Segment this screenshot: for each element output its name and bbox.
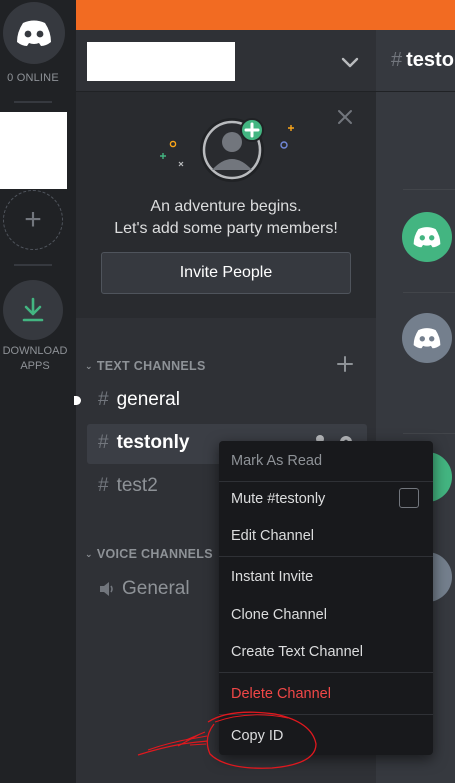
channel-label: testonly [116, 432, 190, 453]
discord-logo-icon [17, 20, 51, 46]
chevron-down-icon: ⌄ [85, 548, 93, 559]
chat-title-text: testonly [406, 49, 455, 71]
invite-card-text: An adventure begins. Let's add some part… [76, 196, 376, 240]
channel-testonly-row[interactable]: # testonly [98, 432, 189, 454]
voice-channel-general[interactable]: General [98, 578, 190, 600]
menu-item-edit-channel[interactable]: Edit Channel [231, 528, 314, 544]
chat-title-clip: #testonly [376, 30, 455, 92]
home-button[interactable] [3, 2, 65, 64]
online-count: 0 ONLINE [7, 72, 59, 84]
invite-card-line2: Let's add some party members! [114, 220, 338, 237]
download-label-line2: APPS [20, 360, 50, 372]
menu-divider [219, 672, 433, 673]
menu-item-mute[interactable]: Mute #testonly [231, 491, 325, 507]
server-icon-redacted[interactable] [0, 112, 67, 189]
hash-icon: # [98, 475, 109, 496]
channel-test2[interactable]: # test2 [98, 475, 158, 497]
menu-divider [219, 714, 433, 715]
invite-card-line1: An adventure begins. [150, 198, 302, 215]
message-divider [403, 433, 455, 434]
plus-icon: + [24, 203, 42, 236]
download-label-line1: DOWNLOAD [2, 345, 68, 357]
menu-item-instant-invite[interactable]: Instant Invite [231, 569, 313, 585]
download-icon [22, 297, 44, 322]
add-server-button[interactable]: + [3, 190, 63, 250]
discord-logo-icon [413, 227, 441, 248]
discord-logo-icon [413, 328, 441, 349]
menu-item-clone-channel[interactable]: Clone Channel [231, 607, 327, 623]
category-text-channels[interactable]: ⌄ TEXT CHANNELS [85, 359, 206, 373]
download-apps-label: DOWNLOAD APPS [0, 344, 70, 374]
chat-title: #testonly [391, 49, 455, 72]
channel-label: test2 [116, 475, 158, 496]
menu-divider [219, 556, 433, 557]
avatar[interactable] [402, 212, 452, 262]
message-divider [403, 189, 455, 190]
menu-divider [219, 481, 433, 482]
category-voice-channels[interactable]: ⌄ VOICE CHANNELS [85, 547, 213, 561]
party-members-illustration [160, 118, 294, 182]
channel-context-menu: Mark As Read Mute #testonly Edit Channel… [219, 441, 433, 755]
message-divider [403, 292, 455, 293]
menu-item-delete-channel[interactable]: Delete Channel [231, 686, 331, 702]
menu-item-create-text-channel[interactable]: Create Text Channel [231, 644, 363, 660]
rail-separator [14, 264, 52, 266]
channel-general[interactable]: # general [98, 389, 180, 411]
plus-icon[interactable] [336, 355, 354, 373]
checkbox-icon[interactable] [399, 488, 419, 508]
download-apps-button[interactable] [3, 280, 63, 340]
server-name-redacted[interactable] [87, 42, 235, 81]
menu-item-mark-as-read[interactable]: Mark As Read [231, 453, 322, 469]
channel-label: general [116, 389, 180, 410]
category-label: VOICE CHANNELS [96, 547, 213, 561]
invite-people-button[interactable]: Invite People [101, 252, 351, 294]
hash-icon: # [391, 49, 403, 71]
notice-banner [76, 0, 455, 30]
menu-item-copy-id[interactable]: Copy ID [231, 728, 283, 744]
channel-label: General [122, 578, 190, 599]
rail-separator [14, 101, 52, 103]
close-icon[interactable] [336, 108, 354, 126]
category-label: TEXT CHANNELS [96, 359, 206, 373]
hash-lock-icon: # [98, 389, 109, 410]
chevron-down-icon: ⌄ [85, 360, 93, 371]
hash-icon: # [98, 432, 109, 453]
avatar[interactable] [402, 313, 452, 363]
speaker-icon [100, 582, 113, 596]
chevron-down-icon[interactable] [338, 50, 362, 74]
